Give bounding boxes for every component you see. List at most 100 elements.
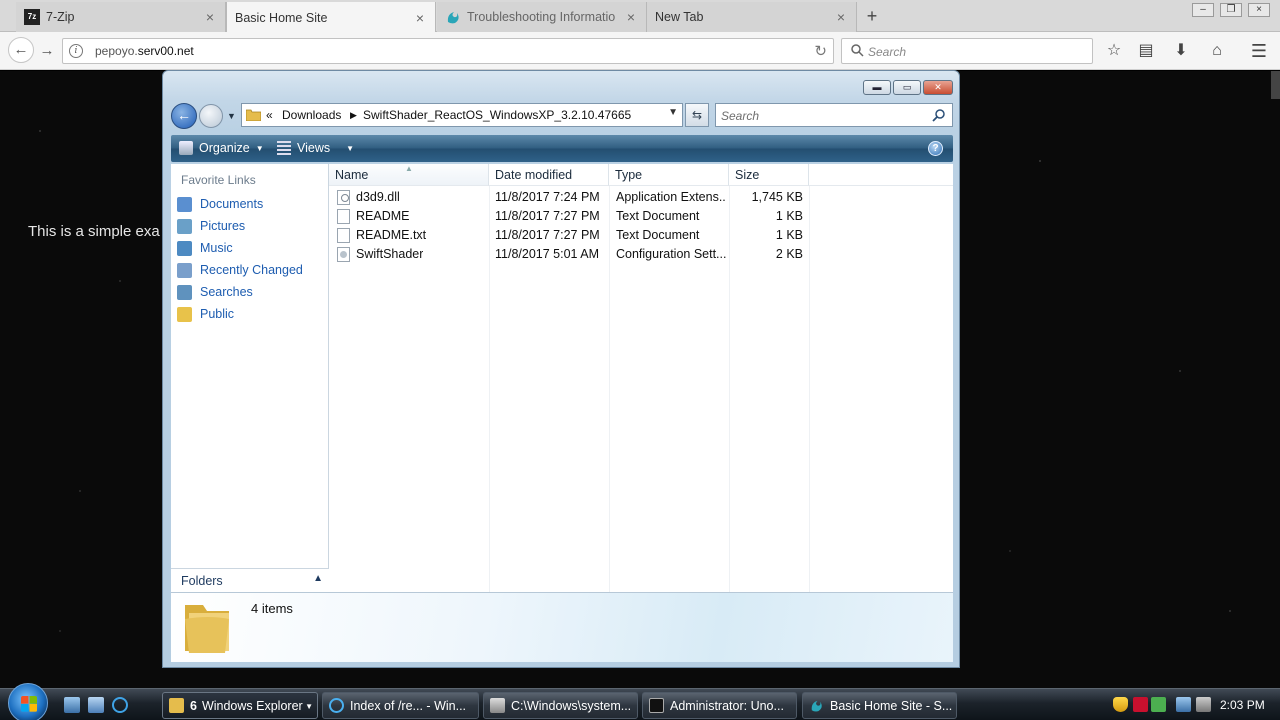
organize-button[interactable]: Organize ▼ <box>179 141 264 155</box>
folders-toggle[interactable]: Folders ▲ <box>171 568 329 592</box>
documents-icon <box>177 196 192 212</box>
taskbar-button-windows-explorer[interactable]: 6 Windows Explorer ▼ <box>162 692 318 719</box>
search-placeholder: Search <box>721 109 760 123</box>
show-desktop-icon[interactable] <box>64 697 80 713</box>
new-tab-button[interactable]: + <box>860 5 884 27</box>
taskbar-clock[interactable]: 2:03 PM <box>1220 698 1265 712</box>
back-button[interactable]: ← <box>8 37 34 63</box>
file-row[interactable]: README 11/8/2017 7:27 PM Text Document 1… <box>329 207 953 226</box>
bookmark-star-icon[interactable]: ☆ <box>1104 41 1124 61</box>
file-size: 1,745 KB <box>751 190 803 204</box>
folder-icon <box>246 109 261 121</box>
column-header-date-modified[interactable]: Date modified <box>489 164 609 186</box>
safely-remove-icon[interactable] <box>1151 697 1166 712</box>
security-shield-icon[interactable] <box>1113 697 1128 712</box>
text-file-icon <box>337 209 350 224</box>
details-pane: 4 items <box>171 592 953 662</box>
column-header-size[interactable]: Size <box>729 164 809 186</box>
close-icon[interactable]: × <box>834 10 848 24</box>
pictures-icon <box>177 218 192 234</box>
breadcrumb-current-folder[interactable]: SwiftShader_ReactOS_WindowsXP_3.2.10.476… <box>363 108 631 122</box>
tab-title: 7-Zip <box>46 10 75 24</box>
page-scrollbar[interactable] <box>1271 71 1280 99</box>
fav-searches[interactable]: Searches <box>177 283 253 301</box>
command-prompt-icon <box>649 698 664 713</box>
browser-search-input[interactable]: Search <box>841 38 1093 64</box>
file-type: Configuration Sett... <box>616 247 726 261</box>
internet-explorer-icon <box>329 698 344 713</box>
fav-public[interactable]: Public <box>177 305 234 323</box>
info-icon[interactable]: i <box>69 44 83 58</box>
explorer-minimize-button[interactable]: ▬ <box>863 80 891 95</box>
file-type: Text Document <box>616 209 700 223</box>
home-icon[interactable]: ⌂ <box>1207 41 1227 61</box>
antivirus-icon[interactable] <box>1133 697 1148 712</box>
close-window-button[interactable]: × <box>1248 3 1270 17</box>
fav-music[interactable]: Music <box>177 239 233 257</box>
start-button[interactable] <box>8 683 48 720</box>
url-bar[interactable]: i pepoyo.serv00.net ↻ <box>62 38 834 64</box>
column-header-name[interactable]: Name ▲ <box>329 164 489 186</box>
file-row[interactable]: d3d9.dll 11/8/2017 7:24 PM Application E… <box>329 188 953 207</box>
forward-button[interactable]: → <box>36 40 58 62</box>
reading-list-icon[interactable]: ▤ <box>1136 41 1156 61</box>
breadcrumb-separator-icon[interactable]: ▶ <box>350 110 357 121</box>
7zip-icon: 7z <box>24 9 40 25</box>
breadcrumb-overflow[interactable]: « <box>266 108 273 122</box>
forward-arrow-icon[interactable] <box>199 104 223 128</box>
file-row[interactable]: SwiftShader 11/8/2017 5:01 AM Configurat… <box>329 245 953 264</box>
tab-new-tab[interactable]: New Tab × <box>647 2 857 32</box>
folders-label: Folders <box>181 574 223 588</box>
url-text: pepoyo.serv00.net <box>95 44 194 58</box>
address-dropdown-icon[interactable]: ▼ <box>668 107 678 118</box>
taskbar-button-command-window[interactable]: C:\Windows\system... <box>483 692 638 719</box>
internet-explorer-icon[interactable] <box>112 697 128 713</box>
maximize-button[interactable]: ❐ <box>1220 3 1242 17</box>
tab-7zip[interactable]: 7z 7-Zip × <box>16 2 226 32</box>
sort-arrow-icon: ▲ <box>405 164 413 173</box>
taskbar-button-index-of[interactable]: Index of /re... - Win... <box>322 692 479 719</box>
download-icon[interactable]: ⬇ <box>1171 41 1191 61</box>
help-icon[interactable]: ? <box>928 141 943 156</box>
explorer-search-input[interactable]: Search <box>715 103 953 127</box>
reload-icon[interactable]: ↻ <box>814 42 827 60</box>
file-row[interactable]: README.txt 11/8/2017 7:27 PM Text Docume… <box>329 226 953 245</box>
file-name: d3d9.dll <box>356 190 400 204</box>
close-icon[interactable]: × <box>203 10 217 24</box>
switch-windows-icon[interactable] <box>88 697 104 713</box>
network-icon[interactable] <box>1176 697 1191 712</box>
public-folder-icon <box>177 306 192 322</box>
close-icon[interactable]: × <box>624 10 638 24</box>
system-window-icon <box>490 698 505 713</box>
history-dropdown-icon[interactable]: ▼ <box>227 111 237 121</box>
tab-title: Basic Home Site <box>235 10 328 25</box>
tab-basic-home-site[interactable]: Basic Home Site × <box>226 2 436 33</box>
fav-recently-changed[interactable]: Recently Changed <box>177 261 303 279</box>
fav-pictures[interactable]: Pictures <box>177 217 245 235</box>
taskbar-button-administrator[interactable]: Administrator: Uno... <box>642 692 797 719</box>
fav-documents[interactable]: Documents <box>177 195 263 213</box>
file-list: Name ▲ Date modified Type Size d3d9.dll 1… <box>329 164 953 592</box>
refresh-button[interactable]: ⇆ <box>685 103 709 127</box>
recently-changed-icon <box>177 262 192 278</box>
minimize-button[interactable]: – <box>1192 3 1214 17</box>
views-button[interactable]: Views ▼ <box>277 141 354 155</box>
back-arrow-icon[interactable]: ← <box>171 103 197 129</box>
address-bar[interactable]: « Downloads ▶ SwiftShader_ReactOS_Window… <box>241 103 683 127</box>
menu-icon[interactable]: ☰ <box>1249 41 1269 61</box>
breadcrumb-downloads[interactable]: Downloads <box>282 108 341 122</box>
file-date: 11/8/2017 5:01 AM <box>495 247 600 261</box>
column-header-type[interactable]: Type <box>609 164 729 186</box>
explorer-maximize-button[interactable]: ▭ <box>893 80 921 95</box>
file-name: README.txt <box>356 228 427 242</box>
file-name: README <box>356 209 410 223</box>
search-icon <box>932 109 945 122</box>
explorer-window: ▬ ▭ ✕ ← ▼ « Downloads ▶ SwiftShader_Reac… <box>162 70 960 668</box>
volume-muted-icon[interactable] <box>1196 697 1211 712</box>
file-size: 1 KB <box>775 228 803 242</box>
taskbar-button-basic-home-site[interactable]: Basic Home Site - S... <box>802 692 957 719</box>
explorer-close-button[interactable]: ✕ <box>923 80 953 95</box>
close-icon[interactable]: × <box>413 11 427 25</box>
tab-troubleshooting[interactable]: Troubleshooting Informatio × <box>437 2 647 32</box>
dll-file-icon <box>337 190 350 205</box>
